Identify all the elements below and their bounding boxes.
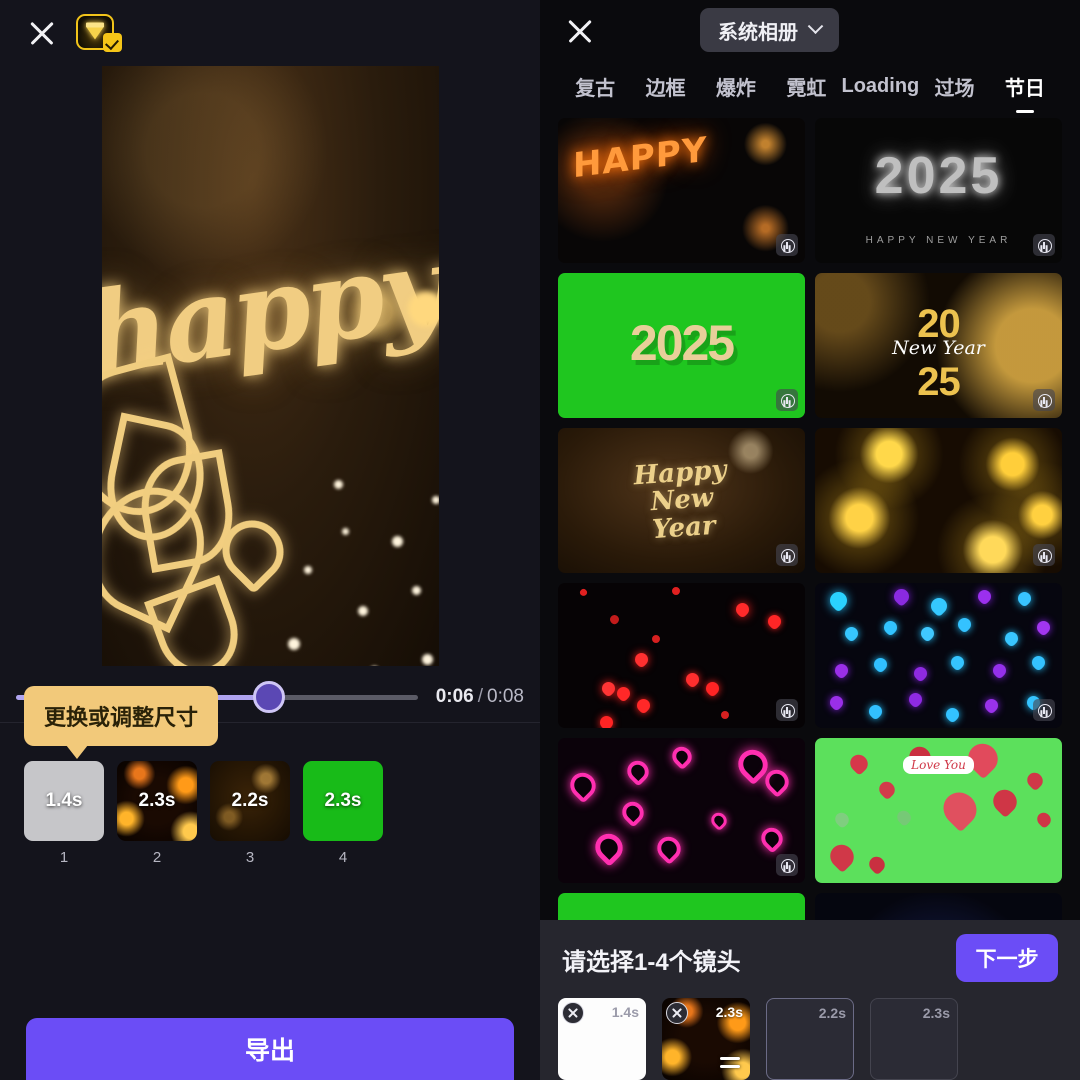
slot-duration: 1.4s [611,1004,639,1020]
category-tabs: 复古 边框 爆炸 霓虹 Loading 过场 节日 [540,62,1080,113]
clip-duration: 1.4s [45,790,83,811]
check-badge-icon [103,33,122,52]
remove-icon[interactable] [562,1002,584,1024]
time-separator: / [477,686,484,707]
remove-icon[interactable] [666,1002,688,1024]
source-album-select[interactable]: 系统相册 [700,8,839,52]
total-time: 0:08 [487,686,524,707]
resize-tooltip: 更换或调整尺寸 [24,686,219,759]
app-root: happy 0:06 / 0:08 更换或调整尺寸 1.4s 1 2.3s 2 … [0,0,1080,1080]
clip-item[interactable]: 2.2s 3 [210,761,290,866]
tab-neon[interactable]: 霓虹 [771,72,841,101]
material-cell-blue-glow[interactable] [815,893,1062,920]
selection-title: 请选择1-4个镜头 [562,949,741,976]
material-label-bottom: 25 [917,360,960,404]
selected-slot[interactable]: 2.3s [870,998,958,1080]
selected-slot[interactable]: 1.4s [558,998,646,1080]
download-icon[interactable] [1033,234,1055,256]
download-icon[interactable] [1033,699,1055,721]
time-display: 0:06/0:08 [436,686,524,708]
clip-thumbnail[interactable]: 1.4s [24,761,104,841]
material-label: 2025 [874,147,1003,205]
selected-slot[interactable]: 2.2s [766,998,854,1080]
material-cell-sparkle-2025[interactable]: 2025 HAPPY NEW YEAR [815,118,1062,263]
tab-holiday[interactable]: 节日 [990,72,1060,113]
material-label: HAPPY [572,130,708,187]
tab-explosion[interactable]: 爆炸 [701,72,771,101]
material-grid: HAPPY 2025 HAPPY NEW YEAR 2025 20 New Ye… [540,112,1080,920]
clip-thumbnail[interactable]: 2.2s [210,761,290,841]
material-picker-panel: 系统相册 素材库 复古 边框 爆炸 霓虹 Loading 过场 节日 HAPPY… [540,0,1080,1080]
download-icon[interactable] [776,389,798,411]
vip-verified-diamond-icon[interactable] [76,14,122,52]
download-icon[interactable] [1033,544,1055,566]
material-cell-happy-fireworks[interactable]: HAPPY [558,118,805,263]
download-icon[interactable] [776,234,798,256]
material-cell-green-2025[interactable]: 2025 [558,273,805,418]
picker-topbar: 系统相册 素材库 [540,0,1080,62]
slot-duration: 2.3s [922,1005,950,1021]
preview-neon-art: happy [102,66,439,666]
diamond-icon [86,22,104,40]
tab-retro[interactable]: 复古 [560,72,630,101]
selected-slot[interactable]: 2.3s [662,998,750,1080]
clip-thumbnail[interactable]: 2.3s [303,761,383,841]
tab-border[interactable]: 边框 [630,72,700,101]
download-icon[interactable] [776,854,798,876]
slot-duration: 2.3s [715,1004,743,1020]
download-icon[interactable] [776,544,798,566]
download-icon[interactable] [776,699,798,721]
editor-panel: happy 0:06 / 0:08 更换或调整尺寸 1.4s 1 2.3s 2 … [0,0,540,1080]
clip-index: 4 [338,849,348,866]
material-cell-happy-new-year-script[interactable]: Happy New Year [558,428,805,573]
clip-item[interactable]: 1.4s 1 [24,761,104,866]
clip-thumbnail[interactable]: 2.3s [117,761,197,841]
clip-item[interactable]: 2.3s 2 [117,761,197,866]
selected-slots: 1.4s 2.3s 2.2s 2.3s [558,998,958,1080]
selection-bar: 请选择1-4个镜头 下一步 1.4s 2.3s 2.2s 2.3s [540,920,1080,1080]
export-button[interactable]: 导出 [26,1018,514,1080]
material-cell-pink-neon-hearts[interactable] [558,738,805,883]
slider-thumb[interactable] [253,681,286,713]
material-label-mid: New Year [892,336,985,359]
current-time: 0:06 [435,686,474,707]
close-icon[interactable] [562,13,598,49]
clip-index: 1 [59,849,69,866]
material-cell-gold-new-year[interactable]: 20 New Year 25 [815,273,1062,418]
tab-transition[interactable]: 过场 [919,72,989,101]
download-icon[interactable] [1033,389,1055,411]
next-step-button[interactable]: 下一步 [956,934,1058,982]
clip-duration: 2.3s [138,790,176,811]
material-cell-gold-bokeh[interactable] [815,428,1062,573]
material-label: 2025 [629,314,735,371]
material-cell-red-hearts[interactable] [558,583,805,728]
video-preview[interactable]: happy [102,66,439,666]
close-icon[interactable] [24,15,60,51]
clip-filmstrip: 1.4s 1 2.3s 2 2.2s 3 2.3s 4 [24,761,383,866]
slot-duration: 2.2s [818,1005,846,1021]
material-label: Love You [903,756,974,774]
source-album-label: 系统相册 [718,21,798,44]
material-cell-green-love-hearts[interactable]: Love You [815,738,1062,883]
clip-index: 3 [245,849,255,866]
clip-item[interactable]: 2.3s 4 [303,761,383,866]
clip-duration: 2.3s [324,790,362,811]
tab-loading[interactable]: Loading [842,75,920,98]
material-cell-blue-purple-hearts[interactable] [815,583,1062,728]
material-sublabel: HAPPY NEW YEAR [865,234,1012,246]
material-label: Happy New Year [632,454,727,545]
left-topbar [0,0,540,66]
swap-icon[interactable] [720,1054,742,1072]
chevron-down-icon [807,17,824,34]
clip-duration: 2.2s [231,790,269,811]
clip-index: 2 [152,849,162,866]
material-cell-green-sun[interactable] [558,893,805,920]
